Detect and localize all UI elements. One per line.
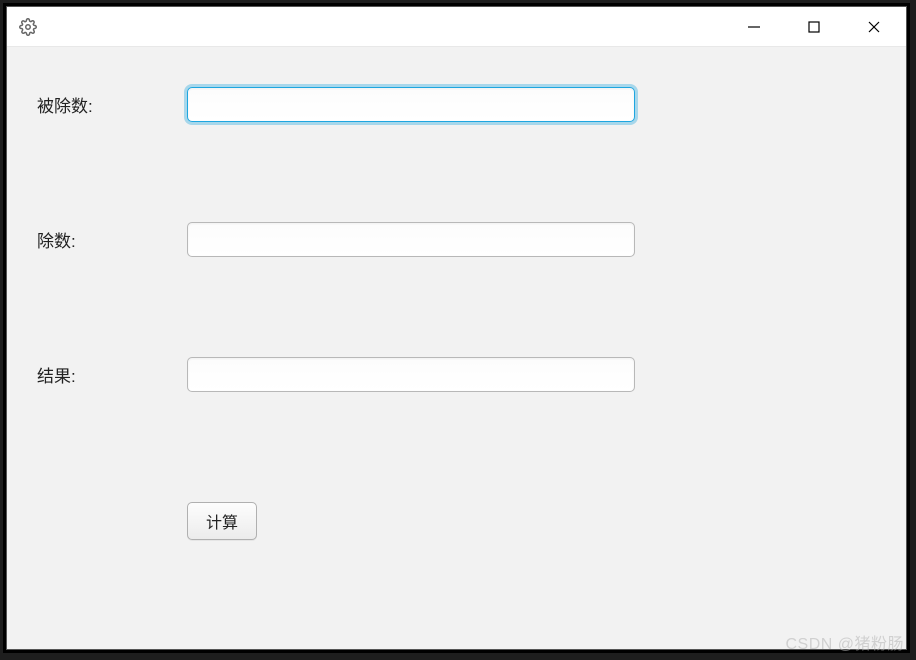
divisor-row: 除数:	[37, 222, 876, 257]
divisor-input[interactable]	[187, 222, 635, 257]
dividend-input[interactable]	[187, 87, 635, 122]
button-row: 计算	[37, 502, 876, 540]
result-label: 结果:	[37, 362, 187, 387]
divisor-label: 除数:	[37, 227, 187, 252]
titlebar-left	[19, 18, 37, 36]
window-titlebar	[7, 7, 906, 47]
calculate-button[interactable]: 计算	[187, 502, 257, 540]
maximize-button[interactable]	[784, 7, 844, 47]
window-controls	[724, 7, 904, 47]
dividend-row: 被除数:	[37, 87, 876, 122]
gear-icon	[19, 18, 37, 36]
content-area: 被除数: 除数: 结果: 计算	[7, 47, 906, 649]
dividend-label: 被除数:	[37, 92, 187, 117]
result-input[interactable]	[187, 357, 635, 392]
minimize-button[interactable]	[724, 7, 784, 47]
close-button[interactable]	[844, 7, 904, 47]
app-window: 被除数: 除数: 结果: 计算	[7, 7, 906, 649]
result-row: 结果:	[37, 357, 876, 392]
